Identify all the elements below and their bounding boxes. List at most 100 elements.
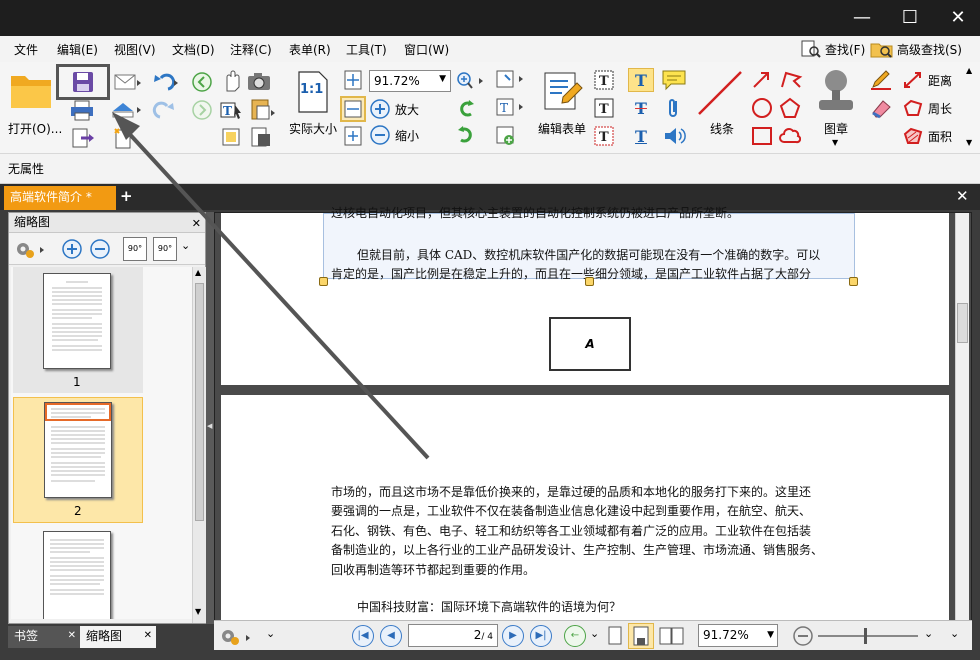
hand-tool-button[interactable]	[220, 68, 244, 94]
rectangle-tool-button[interactable]	[750, 124, 774, 148]
rotate-left-thumb-button[interactable]: 90°	[123, 237, 147, 261]
status-expand-icon[interactable]: ⌄	[266, 627, 275, 640]
resize-handle-right[interactable]	[849, 277, 858, 286]
zoom-slider-thumb[interactable]	[864, 628, 867, 644]
next-view-button[interactable]	[190, 98, 214, 122]
panel-splitter[interactable]: ◀	[206, 212, 214, 624]
status-zoom-select[interactable]: 91.72% ▼	[698, 624, 778, 647]
gear-icon[interactable]	[13, 238, 47, 260]
menu-form[interactable]: 表单(R)	[289, 41, 331, 58]
callout-box[interactable]: A	[549, 317, 631, 371]
status-more-chevron-2-icon[interactable]: ⌄	[950, 627, 959, 640]
next-page-button[interactable]: ▶	[502, 625, 524, 647]
tab-thumbnails[interactable]: 缩略图 ✕	[80, 626, 156, 648]
single-page-icon[interactable]	[606, 625, 624, 647]
menu-document[interactable]: 文档(D)	[172, 41, 215, 58]
maximize-button[interactable]: ☐	[896, 6, 924, 30]
highlight-tool-button[interactable]	[108, 96, 144, 122]
continuous-page-button[interactable]	[628, 623, 654, 649]
undo-button[interactable]	[148, 70, 182, 94]
last-page-button[interactable]: ▶|	[530, 625, 552, 647]
close-tab-button[interactable]: ✕	[956, 187, 969, 205]
menu-view[interactable]: 视图(V)	[114, 41, 156, 58]
previous-page-button[interactable]: ◀	[380, 625, 402, 647]
note-button[interactable]	[660, 68, 688, 92]
sound-button[interactable]	[660, 124, 688, 148]
thumbnail-scroll-thumb[interactable]	[195, 283, 204, 521]
text-field-2-button[interactable]: T	[592, 96, 616, 120]
stamp-chevron-icon[interactable]: ▼	[832, 138, 838, 147]
print-button[interactable]	[68, 98, 96, 122]
facing-pages-icon[interactable]	[658, 625, 686, 647]
form-tool-1[interactable]	[494, 68, 528, 92]
fit-width-button[interactable]	[340, 96, 366, 122]
attach-file-button[interactable]	[248, 124, 278, 150]
ribbon-scroll-up-icon[interactable]: ▲	[966, 66, 972, 75]
settings-gear-icon[interactable]	[218, 625, 254, 647]
cloud-tool-button[interactable]	[778, 124, 802, 148]
menu-comment[interactable]: 注释(C)	[230, 41, 272, 58]
text-field-3-button[interactable]: T	[592, 124, 616, 148]
go-back-button[interactable]: ←	[564, 625, 586, 647]
resize-handle-middle[interactable]	[585, 277, 594, 286]
new-tab-button[interactable]: +	[120, 189, 134, 204]
zoom-in-icon-button[interactable]	[454, 70, 488, 92]
close-panel-icon[interactable]: ✕	[192, 214, 201, 233]
typewriter-button[interactable]	[218, 124, 246, 150]
paste-button[interactable]	[248, 96, 278, 122]
line-tool-button[interactable]	[694, 66, 746, 120]
double-chevron-down-icon[interactable]: ⌄	[181, 239, 190, 252]
pencil-button[interactable]	[868, 68, 894, 92]
minimize-button[interactable]: —	[848, 6, 876, 30]
edit-form-button[interactable]	[540, 68, 586, 114]
typewriter-text-button[interactable]: T	[628, 68, 654, 92]
previous-view-button[interactable]	[190, 70, 214, 94]
fit-visible-button[interactable]	[342, 124, 364, 148]
redo-button[interactable]	[148, 98, 182, 122]
back-menu-chevron-icon[interactable]: ⌄	[590, 627, 599, 640]
save-button[interactable]	[56, 64, 110, 100]
thumbnail-scroll-down-icon[interactable]: ▼	[195, 607, 201, 616]
form-tool-3[interactable]	[494, 124, 528, 148]
attachment-button[interactable]	[660, 96, 688, 120]
actual-size-button[interactable]: 1:1	[294, 68, 330, 116]
tab-bookmarks[interactable]: 书签 ✕	[8, 626, 80, 648]
stamp-button[interactable]	[810, 66, 862, 120]
thumbnail-scroll-up-icon[interactable]: ▲	[195, 268, 201, 277]
polygon-tool-button[interactable]	[778, 96, 802, 120]
rotate-right-thumb-button[interactable]: 90°	[153, 237, 177, 261]
distance-button[interactable]: 距离	[902, 68, 962, 92]
zoom-in-button[interactable]: 放大	[369, 98, 425, 120]
find-button[interactable]: 查找(F)	[800, 39, 865, 59]
zoom-select[interactable]: 91.72% ▼	[369, 70, 451, 92]
thumbnail-scrollbar[interactable]: ▲ ▼	[192, 267, 206, 623]
zoom-out-button[interactable]: 缩小	[369, 124, 425, 146]
zoom-out-thumb-icon[interactable]	[89, 238, 111, 260]
select-text-button[interactable]: T	[218, 98, 244, 122]
resize-handle-left[interactable]	[319, 277, 328, 286]
document-scrollbar[interactable]	[955, 213, 969, 621]
form-tool-2[interactable]: T	[494, 96, 528, 120]
close-thumbnails-icon[interactable]: ✕	[144, 626, 152, 646]
eraser-button[interactable]	[868, 96, 894, 120]
fit-page-button[interactable]	[342, 68, 364, 92]
menu-file[interactable]: 文件	[14, 41, 38, 58]
polyline-tool-button[interactable]	[778, 68, 804, 92]
first-page-button[interactable]: |◀	[352, 625, 374, 647]
advanced-find-button[interactable]: 高级查找(S)	[870, 39, 962, 59]
page-number-field[interactable]: 2/ 4	[408, 624, 498, 647]
document-scroll-thumb[interactable]	[957, 303, 968, 343]
arrow-tool-button[interactable]	[750, 68, 772, 92]
tab-document[interactable]: 高端软件简介 *	[4, 186, 116, 210]
perimeter-button[interactable]: 周长	[902, 96, 962, 120]
document-view[interactable]: 过核电自动化项目，但其核心主装置的自动化控制系统仍被进口产品所垄断。 但就目前，…	[214, 206, 972, 623]
zoom-in-thumb-icon[interactable]	[61, 238, 83, 260]
strikeout-button[interactable]: T	[628, 96, 654, 120]
menu-tools[interactable]: 工具(T)	[346, 41, 387, 58]
ellipse-tool-button[interactable]	[750, 96, 774, 120]
zoom-out-status-icon[interactable]	[792, 625, 814, 647]
snapshot-button[interactable]	[246, 68, 272, 94]
export-button[interactable]	[70, 126, 98, 150]
rotate-left-button[interactable]	[454, 98, 478, 120]
thumbnail-item-3[interactable]	[13, 529, 143, 619]
